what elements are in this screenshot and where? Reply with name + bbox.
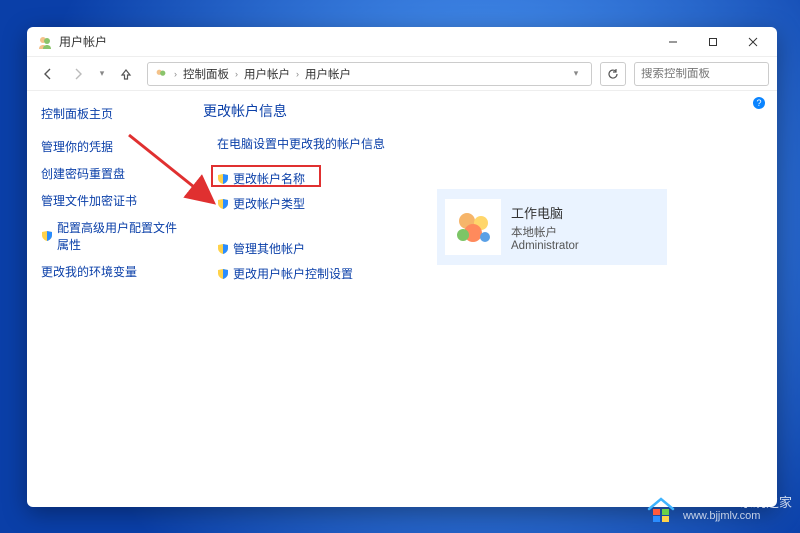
- task-change-in-settings[interactable]: 在电脑设置中更改我的帐户信息: [217, 135, 761, 152]
- watermark-logo-icon: [645, 493, 677, 525]
- chevron-right-icon: ›: [172, 69, 179, 79]
- search-input[interactable]: [641, 68, 777, 80]
- sidebar-item-label: 管理你的凭据: [41, 138, 113, 155]
- maximize-button[interactable]: [693, 28, 733, 56]
- watermark: Windows系统之家 www.bjjmlv.com: [645, 493, 792, 525]
- breadcrumb-segment[interactable]: 用户帐户: [244, 66, 290, 82]
- sidebar-item-label: 控制面板主页: [41, 105, 113, 122]
- window-title: 用户帐户: [59, 33, 107, 50]
- task-label: 在电脑设置中更改我的帐户信息: [217, 135, 385, 152]
- sidebar-item-advanced-profile[interactable]: 配置高级用户配置文件属性: [41, 219, 179, 253]
- control-panel-window: 用户帐户 ▾ › 控制面板 › 用户帐户: [27, 27, 777, 507]
- account-info: 工作电脑 本地帐户 Administrator: [511, 203, 579, 252]
- sidebar: 控制面板主页 管理你的凭据 创建密码重置盘 管理文件加密证书 配置高级用户配置文…: [27, 91, 187, 507]
- sidebar-item-label: 配置高级用户配置文件属性: [57, 219, 179, 253]
- shield-icon: [217, 173, 229, 185]
- back-button[interactable]: [35, 61, 61, 87]
- sidebar-item-credentials[interactable]: 管理你的凭据: [41, 138, 179, 155]
- help-icon[interactable]: ?: [753, 97, 765, 109]
- sidebar-item-home[interactable]: 控制面板主页: [41, 105, 179, 122]
- content-area: ? 控制面板主页 管理你的凭据 创建密码重置盘 管理文件加密证书 配置高级用户配…: [27, 91, 777, 507]
- titlebar: 用户帐户: [27, 27, 777, 57]
- shield-icon: [217, 268, 229, 280]
- shield-icon: [217, 243, 229, 255]
- sidebar-item-env-vars[interactable]: 更改我的环境变量: [41, 263, 179, 280]
- sidebar-item-label: 创建密码重置盘: [41, 165, 125, 182]
- user-accounts-icon: [154, 67, 168, 81]
- sidebar-item-label: 更改我的环境变量: [41, 263, 137, 280]
- account-role: Administrator: [511, 240, 579, 252]
- navbar: ▾ › 控制面板 › 用户帐户 › 用户帐户 ▾: [27, 57, 777, 91]
- page-heading: 更改帐户信息: [203, 101, 761, 121]
- address-dropdown-icon[interactable]: ▾: [567, 68, 585, 79]
- current-account-card: 工作电脑 本地帐户 Administrator: [437, 189, 667, 265]
- task-change-account-name[interactable]: 更改帐户名称: [217, 170, 761, 187]
- account-type: 本地帐户: [511, 224, 579, 240]
- minimize-button[interactable]: [653, 28, 693, 56]
- task-uac-settings[interactable]: 更改用户帐户控制设置: [217, 265, 761, 282]
- main-panel: 更改帐户信息 在电脑设置中更改我的帐户信息 更改帐户名称: [187, 91, 777, 507]
- forward-button[interactable]: [65, 61, 91, 87]
- up-button[interactable]: [113, 61, 139, 87]
- task-label: 更改帐户名称: [233, 170, 305, 187]
- sidebar-item-label: 管理文件加密证书: [41, 192, 137, 209]
- close-button[interactable]: [733, 28, 773, 56]
- chevron-right-icon: ›: [233, 69, 240, 79]
- breadcrumb-segment[interactable]: 用户帐户: [305, 66, 351, 82]
- task-label: 管理其他帐户: [233, 240, 305, 257]
- watermark-line1: Windows系统之家: [683, 496, 792, 510]
- task-label: 更改用户帐户控制设置: [233, 265, 353, 282]
- refresh-button[interactable]: [600, 62, 626, 86]
- user-accounts-icon: [37, 34, 53, 50]
- account-avatar: [445, 199, 501, 255]
- sidebar-item-password-reset[interactable]: 创建密码重置盘: [41, 165, 179, 182]
- account-name: 工作电脑: [511, 203, 579, 222]
- breadcrumb-segment[interactable]: 控制面板: [183, 66, 229, 82]
- sidebar-item-file-encryption[interactable]: 管理文件加密证书: [41, 192, 179, 209]
- chevron-right-icon: ›: [294, 69, 301, 79]
- task-label: 更改帐户类型: [233, 195, 305, 212]
- shield-icon: [41, 230, 53, 242]
- history-dropdown[interactable]: ▾: [95, 61, 109, 87]
- search-box[interactable]: [634, 62, 769, 86]
- watermark-line2: www.bjjmlv.com: [683, 510, 792, 522]
- shield-icon: [217, 198, 229, 210]
- address-bar[interactable]: › 控制面板 › 用户帐户 › 用户帐户 ▾: [147, 62, 592, 86]
